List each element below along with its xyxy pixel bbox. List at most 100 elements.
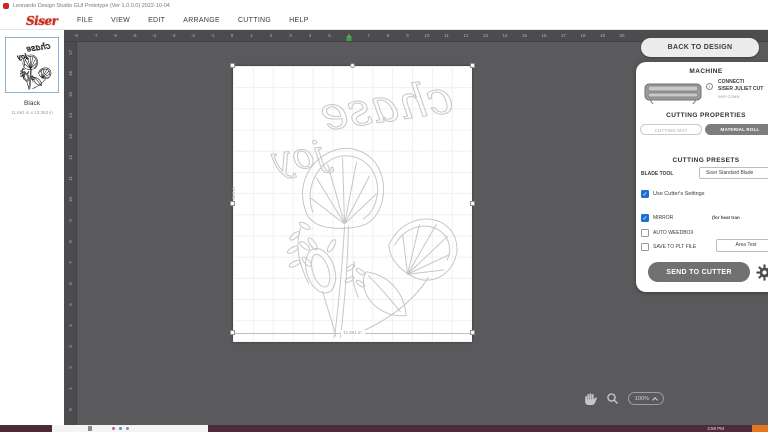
mirror-checkbox-row[interactable]: MIRROR bbox=[641, 214, 673, 222]
layer-thumbnail-art bbox=[10, 40, 54, 90]
ruler-tick: 7 bbox=[367, 33, 370, 38]
ruler-tick: -5 bbox=[132, 33, 136, 38]
app-icon bbox=[3, 3, 9, 9]
use-cutters-settings-checkbox[interactable] bbox=[641, 190, 649, 198]
ruler-tick: 5 bbox=[328, 33, 331, 38]
title-bar: Leonardo Design Studio GUI Prototype (Ve… bbox=[0, 0, 768, 12]
ruler-tick: 8 bbox=[387, 33, 390, 38]
use-cutters-settings-label: Use Cutter's Settings bbox=[653, 191, 705, 197]
taskbar-clock: 3:59 PM bbox=[707, 426, 724, 431]
option-cutting-mat[interactable]: CUTTING MAT bbox=[640, 124, 702, 135]
selection-handle-mid-right[interactable] bbox=[470, 201, 475, 206]
taskbar-app-icon[interactable] bbox=[88, 426, 92, 431]
save-to-plt-checkbox[interactable] bbox=[641, 243, 649, 251]
ruler-tick: -7 bbox=[93, 33, 97, 38]
auto-weedbox-checkbox[interactable] bbox=[641, 229, 649, 237]
taskbar-pinned-icon[interactable] bbox=[119, 427, 122, 430]
os-taskbar: 3:59 PM bbox=[0, 425, 768, 432]
ruler-tick: 16 bbox=[68, 67, 73, 80]
ruler-tick: 17 bbox=[561, 33, 566, 38]
menu-file[interactable]: FILE bbox=[77, 17, 93, 24]
save-to-plt-checkbox-row[interactable]: SAVE TO PLT FILE bbox=[641, 243, 696, 251]
connection-status: CONNECTI bbox=[718, 79, 768, 86]
taskbar-pinned-icon[interactable] bbox=[112, 427, 115, 430]
ruler-tick: 3 bbox=[68, 340, 73, 353]
blade-tool-label: BLADE TOOL bbox=[641, 171, 673, 177]
selection-handle-top-left[interactable] bbox=[230, 63, 235, 68]
chevron-up-icon bbox=[652, 397, 658, 403]
ruler-tick: 1 bbox=[68, 382, 73, 395]
ruler-tick: 14 bbox=[502, 33, 507, 38]
ruler-tick: -8 bbox=[74, 33, 78, 38]
layer-thumbnail[interactable] bbox=[5, 37, 59, 93]
selection-handle-top-right[interactable] bbox=[470, 63, 475, 68]
taskbar-search-area[interactable] bbox=[52, 425, 208, 432]
ruler-tick: -6 bbox=[113, 33, 117, 38]
selection-handle-bottom-left[interactable] bbox=[230, 330, 235, 335]
canvas-tools: 100% bbox=[584, 392, 664, 405]
ruler-tick: 13 bbox=[68, 130, 73, 143]
machine-illustration bbox=[644, 78, 702, 108]
ruler-tick: 13 bbox=[483, 33, 488, 38]
menu-edit[interactable]: EDIT bbox=[148, 17, 165, 24]
selection-handle-mid-left[interactable] bbox=[230, 201, 235, 206]
ruler-tick: -2 bbox=[191, 33, 195, 38]
selection-handle-bottom-right[interactable] bbox=[470, 330, 475, 335]
selection-width-line: 11.661 in bbox=[233, 333, 472, 334]
layer-dimensions: 11.661 in x 13.363 in bbox=[0, 110, 64, 115]
selection-width-label: 11.661 in bbox=[340, 330, 364, 335]
ruler-tick: 9 bbox=[68, 214, 73, 227]
ruler-tick: 15 bbox=[68, 88, 73, 101]
auto-weedbox-checkbox-row[interactable]: AUTO WEEDBOX bbox=[641, 229, 694, 237]
flower-design-art bbox=[233, 66, 472, 342]
menu-view[interactable]: VIEW bbox=[111, 17, 130, 24]
menu-arrange[interactable]: ARRANGE bbox=[183, 17, 220, 24]
mirror-label: MIRROR bbox=[653, 215, 673, 221]
ruler-tick: 19 bbox=[600, 33, 605, 38]
taskbar-pinned-icon[interactable] bbox=[126, 427, 129, 430]
info-icon[interactable] bbox=[706, 83, 713, 90]
auto-weedbox-label: AUTO WEEDBOX bbox=[653, 230, 694, 236]
ruler-tick: 17 bbox=[68, 46, 73, 59]
taskbar-notification-badge[interactable] bbox=[752, 425, 768, 432]
zoom-level-value: 100% bbox=[635, 396, 649, 402]
blade-tool-dropdown[interactable]: Siser Standard Blade bbox=[699, 167, 768, 179]
ruler-tick: 1 bbox=[250, 33, 253, 38]
ruler-tick: 3 bbox=[289, 33, 292, 38]
connection-type: WIFI CONN bbox=[718, 93, 768, 100]
ruler-tick: 9 bbox=[406, 33, 409, 38]
ruler-left: 17161514131211109876543210 bbox=[64, 42, 77, 425]
cutting-presets-header: CUTTING PRESETS bbox=[636, 157, 768, 164]
connection-info: CONNECTI SISER JULIET CUT WIFI CONN bbox=[718, 79, 768, 100]
window-title: Leonardo Design Studio GUI Prototype (Ve… bbox=[13, 3, 170, 9]
option-material-roll[interactable]: MATERIAL ROLL bbox=[705, 124, 768, 135]
design-page[interactable]: 11.661 in 13.363 in bbox=[233, 66, 472, 342]
zoom-magnifier-icon[interactable] bbox=[606, 392, 619, 405]
back-to-design-button[interactable]: BACK TO DESIGN bbox=[641, 38, 759, 57]
ruler-tick: 6 bbox=[348, 33, 351, 38]
pan-hand-icon[interactable] bbox=[584, 392, 597, 405]
area-test-button[interactable]: Area Test bbox=[716, 239, 768, 252]
ruler-tick: 14 bbox=[68, 109, 73, 122]
ruler-tick: 16 bbox=[541, 33, 546, 38]
send-to-cutter-button[interactable]: SEND TO CUTTER bbox=[648, 262, 750, 282]
ruler-tick: 7 bbox=[68, 256, 73, 269]
ruler-tick: -1 bbox=[210, 33, 214, 38]
ruler-tick: 8 bbox=[68, 235, 73, 248]
ruler-tick: 4 bbox=[68, 319, 73, 332]
menu-cutting[interactable]: CUTTING bbox=[238, 17, 271, 24]
mirror-checkbox[interactable] bbox=[641, 214, 649, 222]
ruler-tick: 20 bbox=[619, 33, 624, 38]
ruler-tick: 10 bbox=[68, 193, 73, 206]
menu-help[interactable]: HELP bbox=[289, 17, 309, 24]
zoom-level-control[interactable]: 100% bbox=[628, 392, 664, 405]
machine-header: MACHINE bbox=[636, 68, 768, 75]
ruler-tick: 11 bbox=[444, 33, 449, 38]
ruler-tick: 6 bbox=[68, 277, 73, 290]
cutting-properties-header: CUTTING PROPERTIES bbox=[636, 112, 768, 119]
use-cutters-settings-checkbox-row[interactable]: Use Cutter's Settings bbox=[641, 190, 705, 198]
settings-gear-icon[interactable] bbox=[756, 264, 768, 281]
ruler-tick: 2 bbox=[270, 33, 273, 38]
ruler-tick: 5 bbox=[68, 298, 73, 311]
selection-handle-top-center[interactable] bbox=[350, 63, 355, 68]
